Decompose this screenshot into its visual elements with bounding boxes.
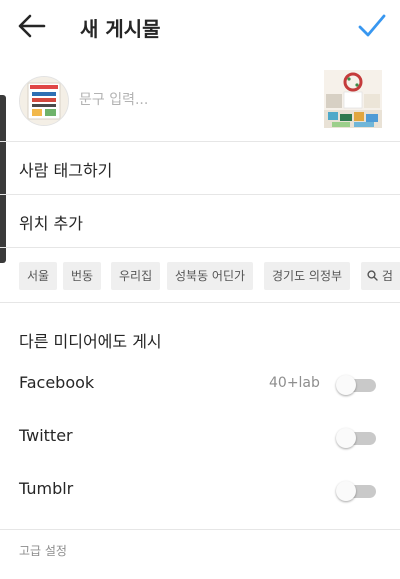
facebook-toggle[interactable] [336,375,378,395]
location-chip[interactable]: 번동 [63,262,102,290]
location-chip[interactable]: 서울 [19,262,58,290]
location-suggestions: 서울 번동 우리집 성북동 어딘가 경기도 의정부 검 [0,262,400,292]
share-facebook-label: Facebook [19,373,95,392]
share-tumblr-label: Tumblr [19,479,74,498]
share-tumblr-row: Tumblr [0,469,400,509]
caption-row [0,60,400,140]
page-title: 새 게시물 [80,17,161,41]
post-thumbnail [324,70,382,128]
header: 새 게시물 [0,0,400,52]
location-chip[interactable]: 우리집 [111,262,161,290]
share-twitter-row: Twitter [0,416,400,456]
search-icon [367,270,378,281]
add-location-label: 위치 추가 [19,214,83,233]
avatar [19,76,69,126]
advanced-settings-link[interactable]: 고급 설정 [19,542,67,559]
share-twitter-label: Twitter [19,426,73,445]
checkmark-icon [358,14,386,37]
divider [0,247,400,248]
caption-input[interactable] [79,88,304,112]
share-facebook-row: Facebook 40+lab [0,363,400,403]
divider [0,302,400,303]
share-confirm-button[interactable] [356,11,388,41]
divider [0,529,400,530]
twitter-toggle[interactable] [336,428,378,448]
location-search-label: 검 [381,269,393,283]
facebook-account-name: 40+lab [269,375,320,391]
location-chip[interactable]: 경기도 의정부 [264,262,351,290]
tag-people-label: 사람 태그하기 [19,161,113,180]
location-search-chip[interactable]: 검 [361,262,400,290]
new-post-screen: 새 게시물 문구 입력... 사람 태그하기 위치 추가 서울 번동 우리집 성… [0,0,400,579]
location-chip[interactable]: 성북동 어딘가 [167,262,254,290]
share-section-title: 다른 미디어에도 게시 [19,332,162,351]
back-button[interactable] [14,10,48,42]
tag-people-row[interactable]: 사람 태그하기 [0,142,400,194]
tumblr-toggle[interactable] [336,481,378,501]
add-location-row[interactable]: 위치 추가 [0,195,400,247]
arrow-left-icon [18,14,46,38]
